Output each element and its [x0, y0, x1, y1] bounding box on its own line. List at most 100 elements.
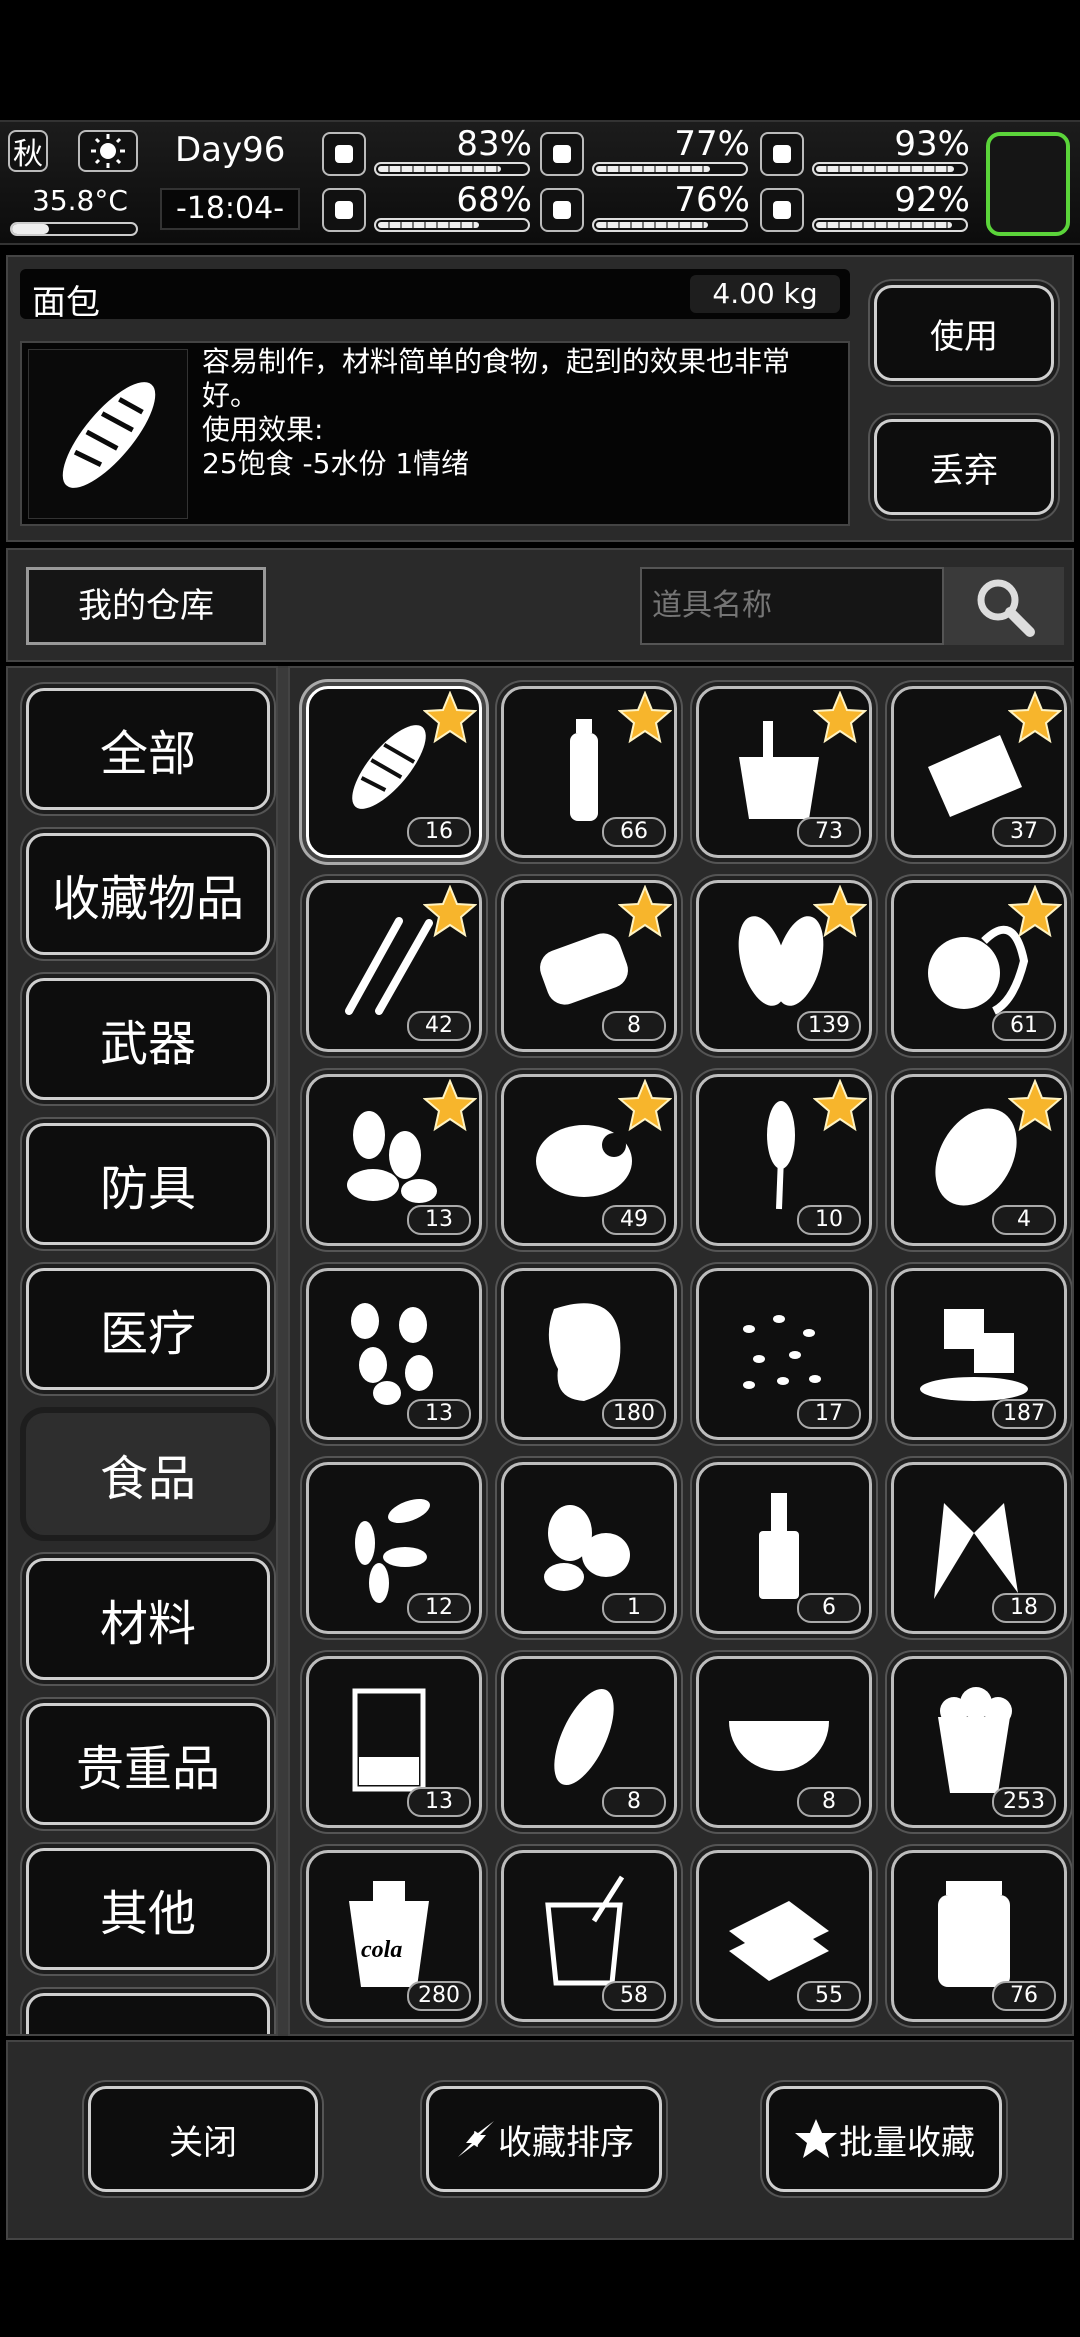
- item-slot[interactable]: 253: [891, 1656, 1067, 1828]
- favorite-star-icon: [813, 1079, 867, 1132]
- weather-sun-icon: [78, 130, 138, 172]
- cola-text: cola: [361, 1937, 403, 1963]
- item-slot[interactable]: 1: [501, 1462, 677, 1634]
- sunflower-seeds-icon: [355, 1498, 430, 1603]
- item-slot[interactable]: 8: [501, 880, 677, 1052]
- sort-label: 收藏排序: [498, 2122, 634, 2163]
- use-button[interactable]: 使用: [874, 285, 1054, 381]
- stat-bar-fill: [816, 222, 953, 228]
- bread-icon: [28, 349, 188, 519]
- stomach-icon: [540, 132, 584, 176]
- category-tab[interactable]: 贵重品: [26, 1703, 270, 1825]
- item-slot[interactable]: 55: [696, 1850, 872, 2022]
- beaker-icon: [352, 1688, 426, 1792]
- rice-grains-icon: [743, 1315, 821, 1389]
- item-count: 16: [407, 817, 471, 847]
- corn-icon: [554, 1688, 614, 1786]
- item-count: 10: [797, 1205, 861, 1235]
- search-input[interactable]: [640, 567, 944, 645]
- item-count: 13: [407, 1399, 471, 1429]
- category-tab[interactable]: 食品: [26, 1413, 270, 1535]
- item-slot[interactable]: 49: [501, 1074, 677, 1246]
- item-count: 187: [992, 1399, 1056, 1429]
- search-button[interactable]: [944, 567, 1064, 645]
- discard-button[interactable]: 丢弃: [874, 419, 1054, 515]
- status-bar: 秋 35.8°C Day96 -18:04- 83% 77% 93% 68% 76% 92…: [0, 120, 1080, 245]
- stat-value: 76%: [674, 180, 750, 220]
- juice-glass-icon: [545, 1875, 625, 1986]
- item-slot[interactable]: 61: [891, 880, 1067, 1052]
- item-slot[interactable]: 37: [891, 686, 1067, 858]
- favorite-star-icon: [618, 1079, 672, 1132]
- ice-cubes-icon: [920, 1309, 1028, 1401]
- category-tab[interactable]: 医疗: [26, 1268, 270, 1390]
- stat-value: 77%: [674, 124, 750, 164]
- watermelon-icon: [729, 1721, 829, 1771]
- item-slot[interactable]: 13: [306, 1656, 482, 1828]
- item-slot[interactable]: 12: [306, 1462, 482, 1634]
- category-tab[interactable]: 武器: [26, 978, 270, 1100]
- stat-bar-fill: [596, 166, 710, 172]
- item-count: 61: [992, 1011, 1056, 1041]
- item-slot[interactable]: 17: [696, 1268, 872, 1440]
- item-slot[interactable]: 73: [696, 686, 872, 858]
- pickle-jar-icon: [938, 1881, 1010, 1987]
- sort-arrows-icon: [458, 2121, 494, 2157]
- item-slot[interactable]: 18: [891, 1462, 1067, 1634]
- stat-bar-fill: [816, 166, 954, 172]
- item-slot[interactable]: 16: [306, 686, 482, 858]
- category-tab[interactable]: 杂项: [26, 1993, 270, 2034]
- item-count: 58: [602, 1981, 666, 2011]
- stat-bar: [374, 218, 530, 232]
- coffee-beans-icon: [544, 1505, 630, 1591]
- item-slot[interactable]: 8: [696, 1656, 872, 1828]
- item-slot[interactable]: 42: [306, 880, 482, 1052]
- item-slot[interactable]: 187: [891, 1268, 1067, 1440]
- item-slot[interactable]: 10: [696, 1074, 872, 1246]
- stat-bar-fill: [378, 166, 501, 172]
- item-slot[interactable]: 8: [501, 1656, 677, 1828]
- item-count: 280: [407, 1981, 471, 2011]
- item-count: 253: [992, 1787, 1056, 1817]
- item-slot[interactable]: 66: [501, 686, 677, 858]
- item-count: 37: [992, 817, 1056, 847]
- cola-cup-icon: [349, 1881, 429, 1987]
- sort-favorites-button[interactable]: 收藏排序: [426, 2086, 662, 2192]
- item-slot[interactable]: 6: [696, 1462, 872, 1634]
- stat-value: 92%: [894, 180, 970, 220]
- favorite-star-icon: [813, 885, 867, 938]
- favorite-star-icon: [813, 691, 867, 744]
- item-slot[interactable]: 180: [501, 1268, 677, 1440]
- item-slot[interactable]: 13: [306, 1074, 482, 1246]
- category-tab[interactable]: 收藏物品: [26, 833, 270, 955]
- item-slot[interactable]: cola 280: [306, 1850, 482, 2022]
- category-tab[interactable]: 全部: [26, 688, 270, 810]
- item-count: 18: [992, 1593, 1056, 1623]
- item-description: 容易制作，材料简单的食物，起到的效果也非常好。 使用效果: 25饱食 -5水份 …: [202, 345, 842, 481]
- search-icon: [977, 579, 1035, 637]
- effect-values: 25饱食 -5水份 1情绪: [202, 447, 470, 480]
- item-slot[interactable]: 4: [891, 1074, 1067, 1246]
- item-count: 4: [992, 1205, 1056, 1235]
- item-count: 8: [602, 1787, 666, 1817]
- equipment-slot[interactable]: [986, 132, 1070, 236]
- stat-value: 93%: [894, 124, 970, 164]
- footer-bar: 关闭 收藏排序 批量收藏: [6, 2040, 1074, 2240]
- item-count: 55: [797, 1981, 861, 2011]
- stamina-icon: [760, 132, 804, 176]
- item-slot[interactable]: 13: [306, 1268, 482, 1440]
- item-slot[interactable]: 76: [891, 1850, 1067, 2022]
- item-count: 6: [797, 1593, 861, 1623]
- batch-favorite-button[interactable]: 批量收藏: [766, 2086, 1002, 2192]
- item-slot[interactable]: 58: [501, 1850, 677, 2022]
- batch-favorite-label: 批量收藏: [839, 2122, 975, 2163]
- category-tab[interactable]: 其他: [26, 1848, 270, 1970]
- season-badge: 秋: [8, 130, 48, 172]
- close-button[interactable]: 关闭: [88, 2086, 318, 2192]
- category-tab[interactable]: 防具: [26, 1123, 270, 1245]
- category-tab[interactable]: 材料: [26, 1558, 270, 1680]
- item-slot[interactable]: 139: [696, 880, 872, 1052]
- item-count: 1: [602, 1593, 666, 1623]
- favorite-star-icon: [423, 691, 477, 744]
- item-weight: 4.00 kg: [690, 275, 840, 313]
